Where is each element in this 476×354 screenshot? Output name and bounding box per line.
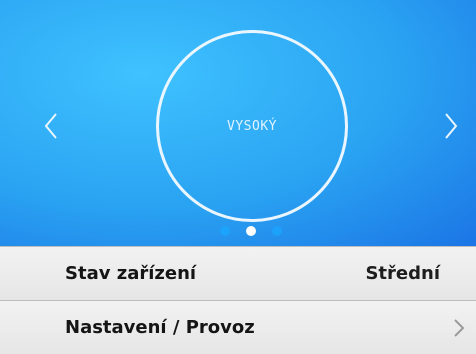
chevron-right-icon[interactable] — [438, 108, 466, 144]
page-dot[interactable] — [220, 226, 230, 236]
menu-row-value: Střední — [365, 263, 440, 284]
chevron-left-icon[interactable] — [38, 108, 66, 144]
menu-row-label: Stav zařízení — [65, 263, 197, 284]
mode-carousel: VYSOKÝ — [0, 0, 476, 246]
menu-row-device-status[interactable]: Stav zařízení Střední — [0, 246, 476, 300]
page-dot-active[interactable] — [246, 226, 256, 236]
menu-row-label: Nastavení / Provoz — [65, 317, 255, 338]
page-indicator — [220, 224, 282, 238]
mode-label: VYSOKÝ — [227, 118, 277, 134]
chevron-right-icon — [454, 319, 465, 337]
menu-row-settings[interactable]: Nastavení / Provoz — [0, 300, 476, 354]
device-screen: VYSOKÝ Stav zařízení Střední Nastavení /… — [0, 0, 476, 354]
page-dot[interactable] — [272, 226, 282, 236]
